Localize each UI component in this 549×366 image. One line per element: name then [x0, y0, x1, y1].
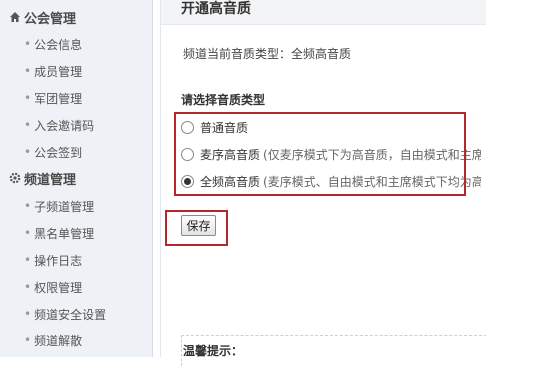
current-quality-label: 频道当前音质类型：	[183, 47, 292, 61]
sidebar-item-label: 公会签到	[34, 145, 83, 160]
sidebar-item-oplog[interactable]: • 操作日志	[0, 247, 152, 273]
sidebar-item-label: 操作日志	[34, 253, 83, 268]
sidebar-section-guild[interactable]: 公会管理	[0, 4, 152, 30]
bullet-icon: •	[24, 145, 32, 159]
bullet-icon: •	[24, 64, 32, 78]
options-highlight	[174, 112, 466, 196]
sidebar-item-members[interactable]: • 成员管理	[0, 58, 152, 84]
sidebar-item-label: 公会信息	[34, 37, 83, 52]
sidebar-item-label: 子频道管理	[34, 199, 95, 214]
home-icon	[10, 12, 20, 22]
sidebar-item-security[interactable]: • 频道安全设置	[0, 301, 152, 327]
sidebar-item-label: 权限管理	[34, 280, 83, 295]
sidebar-item-guild-info[interactable]: • 公会信息	[0, 31, 152, 57]
sidebar-item-blacklist[interactable]: • 黑名单管理	[0, 220, 152, 246]
sidebar-item-label: 军团管理	[34, 91, 83, 106]
sidebar-item-subchannel[interactable]: • 子频道管理	[0, 193, 152, 219]
sidebar-item-label: 黑名单管理	[34, 226, 95, 241]
bullet-icon: •	[24, 91, 32, 105]
panel-header: 开通高音质	[161, 0, 486, 25]
right-blank	[486, 0, 549, 357]
sidebar-section-label: 公会管理	[24, 11, 77, 27]
bullet-icon: •	[24, 253, 32, 267]
gear-icon	[9, 172, 21, 184]
bullet-icon: •	[24, 37, 32, 51]
choose-quality-heading: 请选择音质类型	[181, 93, 266, 107]
tip-title: 温馨提示：	[183, 344, 244, 358]
sidebar-item-permissions[interactable]: • 权限管理	[0, 274, 152, 300]
current-quality: 频道当前音质类型：全频高音质	[183, 45, 351, 62]
sidebar-section-channel[interactable]: 频道管理	[0, 165, 152, 191]
save-highlight	[165, 210, 228, 246]
sidebar-item-label: 频道安全设置	[34, 307, 107, 322]
sidebar-item-checkin[interactable]: • 公会签到	[0, 139, 152, 165]
sidebar-item-label: 入会邀请码	[34, 118, 95, 133]
bullet-icon: •	[24, 118, 32, 132]
sidebar-item-label: 频道解散	[34, 333, 83, 348]
bullet-icon: •	[24, 199, 32, 213]
bullet-icon: •	[24, 333, 32, 347]
sidebar-item-invite-code[interactable]: • 入会邀请码	[0, 112, 152, 138]
main-panel: 开通高音质 频道当前音质类型：全频高音质 请选择音质类型 普通音质 麦序高音质 …	[160, 0, 487, 366]
page-title: 开通高音质	[181, 1, 251, 17]
sidebar-item-dissolve[interactable]: • 频道解散	[0, 327, 152, 353]
bullet-icon: •	[24, 280, 32, 294]
current-quality-value: 全频高音质	[291, 47, 352, 61]
sidebar-item-label: 成员管理	[34, 64, 83, 79]
sidebar-section-label: 频道管理	[24, 172, 77, 188]
bullet-icon: •	[24, 226, 32, 240]
sidebar-item-legion[interactable]: • 军团管理	[0, 85, 152, 111]
bullet-icon: •	[24, 307, 32, 321]
sidebar: 公会管理 • 公会信息 • 成员管理 • 军团管理 • 入会邀请码 • 公会签到…	[0, 0, 153, 357]
